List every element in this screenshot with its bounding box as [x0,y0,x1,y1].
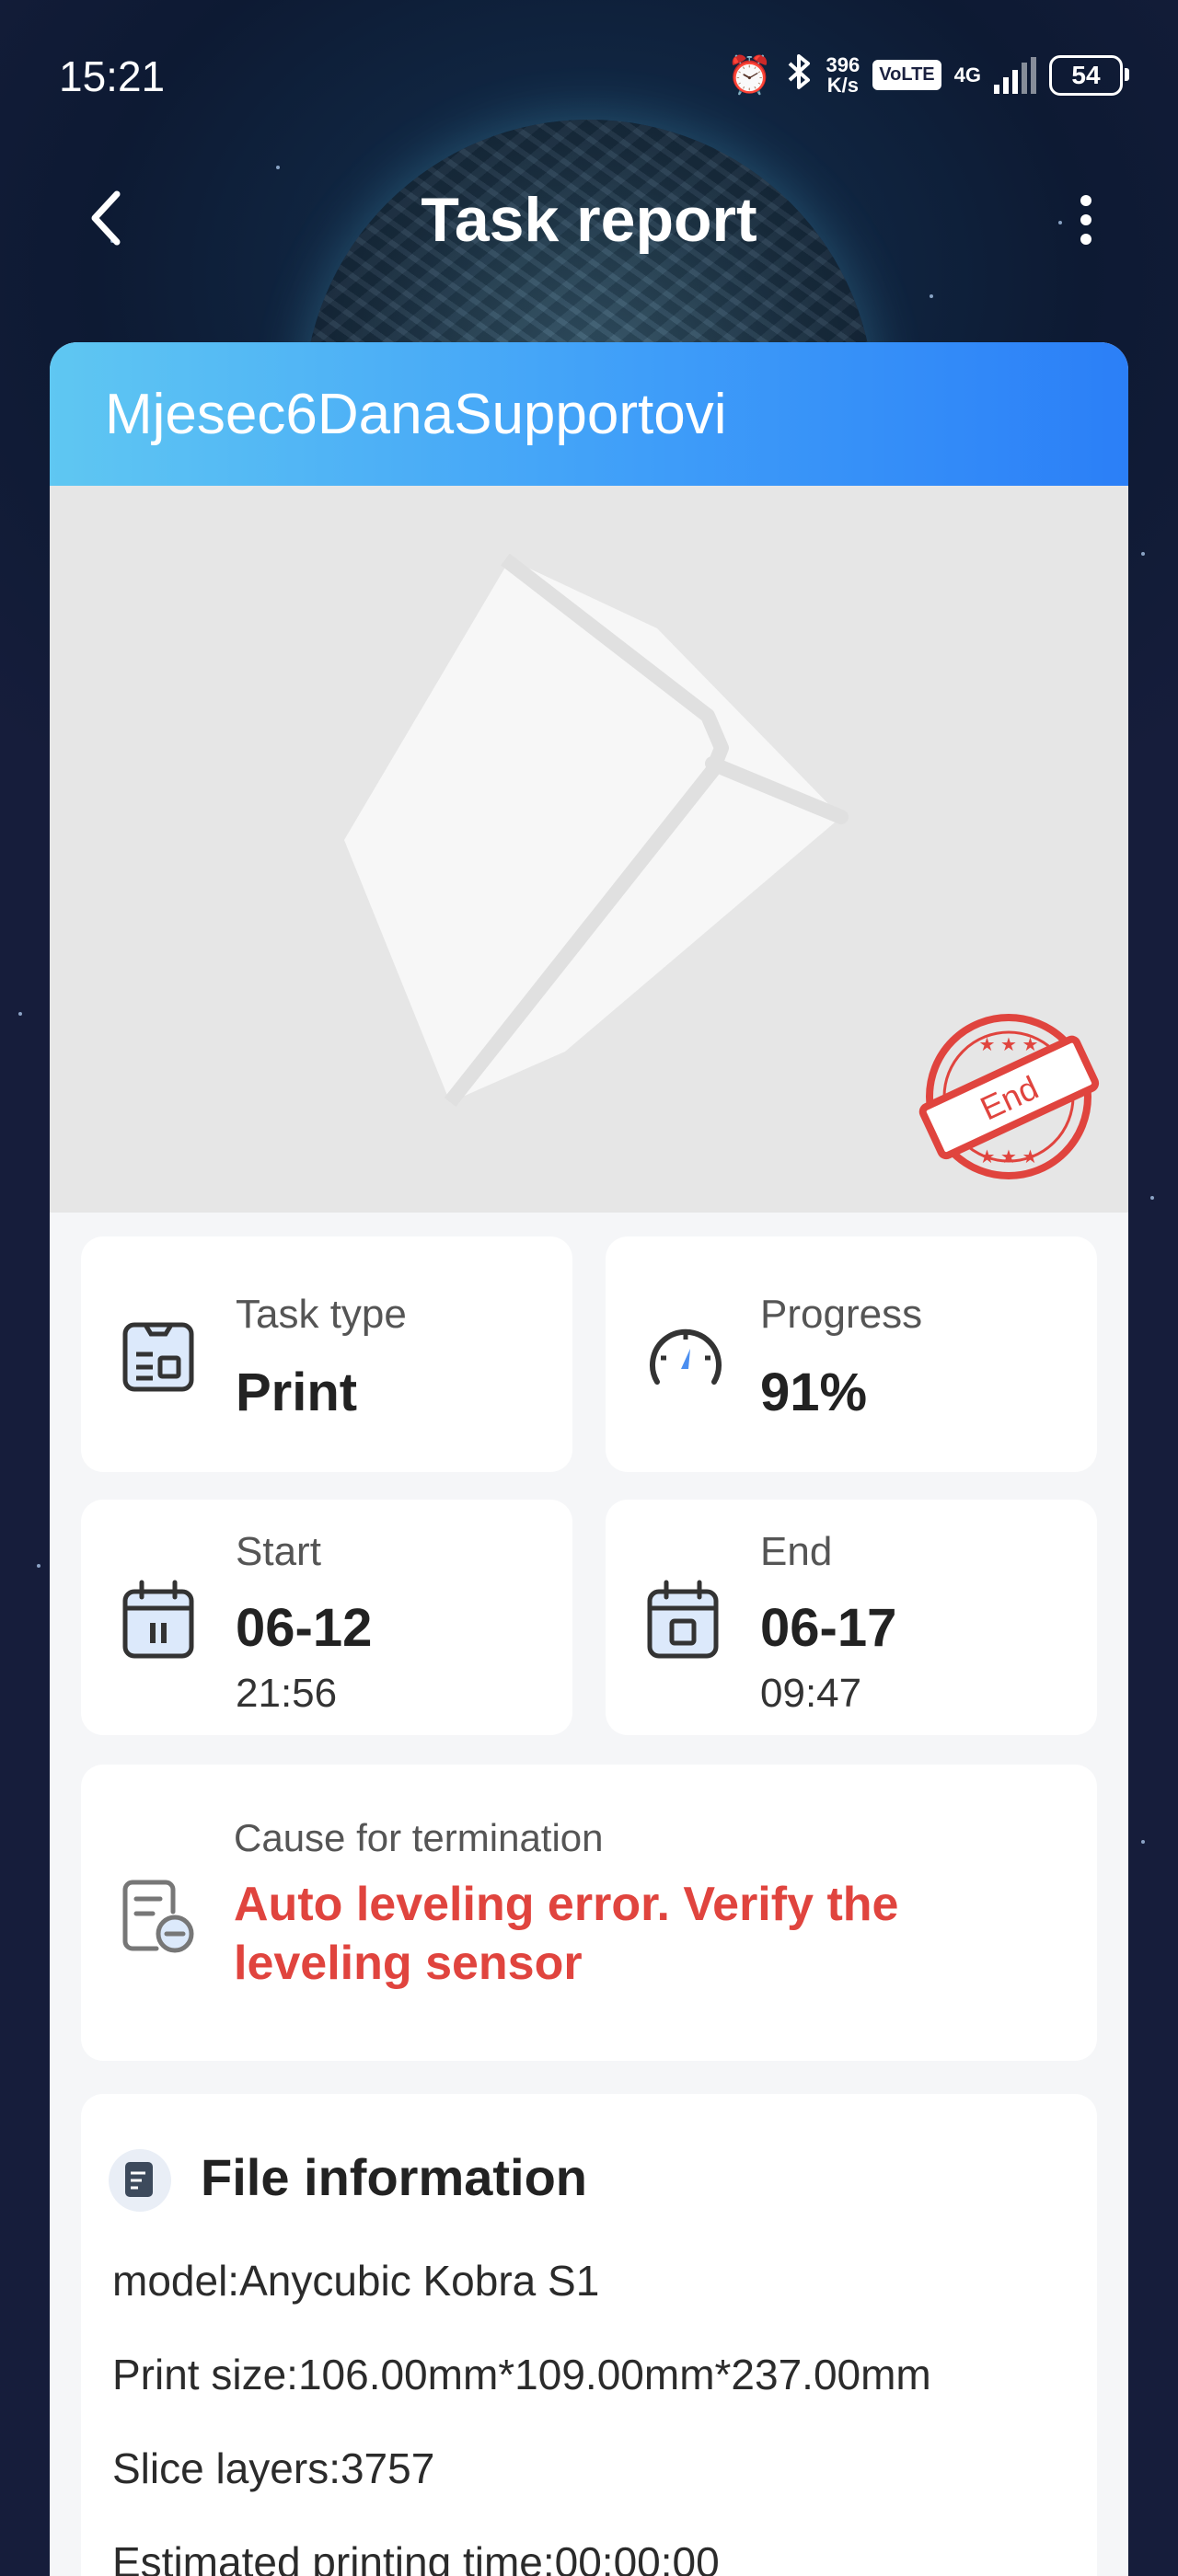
file-icon [109,2149,171,2212]
start-tile: Start 06-12 21:56 [81,1500,572,1735]
end-date: 06-17 [760,1598,897,1658]
end-tile: End 06-17 09:47 [606,1500,1097,1735]
file-slice-layers: Slice layers:3757 [112,2444,435,2492]
file-information-section: File information model:Anycubic Kobra S1… [81,2094,1097,2576]
termination-label: Cause for termination [234,1816,604,1859]
progress-value: 91% [760,1363,868,1422]
start-date: 06-12 [236,1598,373,1658]
status-time: 15:21 [59,52,166,100]
volte-badge: VoLTE [872,60,941,90]
progress-tile: Progress 91% [606,1236,1097,1472]
svg-text:★ ★ ★: ★ ★ ★ [979,1147,1039,1167]
end-time: 09:47 [760,1671,862,1716]
file-estimated-time: Estimated printing time:00:00:00 [112,2538,720,2576]
network-speed: 396 K/s [826,52,860,97]
cube-placeholder-icon [344,553,849,1107]
status-bar: 15:21 ⏰ 396 K/s VoLTE 4G 54 [0,0,1178,156]
calendar-pause-icon [122,1580,194,1659]
model-preview[interactable]: End ★ ★ ★ ★ ★ ★ [50,486,1128,1213]
network-type: 4G [953,63,981,86]
start-label: Start [236,1529,321,1574]
task-card-header: Mjesec6DanaSupportovi [50,342,1128,486]
task-type-tile: Task type Print [81,1236,572,1472]
signal-icon [994,56,1036,94]
app-header: Task report [0,166,1178,276]
end-label: End [760,1529,833,1574]
bluetooth-icon [786,53,814,97]
termination-tile: Cause for termination Auto leveling erro… [81,1765,1097,2061]
status-icons: ⏰ 396 K/s VoLTE 4G 54 [726,52,1129,97]
progress-label: Progress [760,1292,923,1337]
print-task-icon [122,1322,194,1392]
task-card: Mjesec6DanaSupportovi End ★ ★ ★ ★ ★ ★ Ta… [50,342,1128,2576]
task-type-label: Task type [236,1292,407,1337]
gauge-icon [650,1328,722,1385]
file-information-title: File information [201,2148,587,2206]
more-options-button[interactable] [1068,188,1104,252]
alarm-icon: ⏰ [726,54,773,96]
end-stamp: End ★ ★ ★ ★ ★ ★ [918,1014,1100,1179]
battery-icon: 54 [1049,54,1129,96]
start-time: 21:56 [236,1671,338,1716]
svg-text:★ ★ ★: ★ ★ ★ [979,1035,1039,1055]
file-print-size: Print size:106.00mm*109.00mm*237.00mm [112,2351,931,2398]
document-remove-icon [122,1880,194,1953]
calendar-stop-icon [647,1580,719,1659]
battery-level: 54 [1071,60,1101,89]
termination-reason: Auto leveling error. Verify the leveling… [234,1878,899,1990]
task-type-value: Print [236,1363,358,1422]
page-title: Task report [421,185,757,255]
task-name: Mjesec6DanaSupportovi [105,382,727,446]
file-model: model:Anycubic Kobra S1 [112,2257,600,2305]
